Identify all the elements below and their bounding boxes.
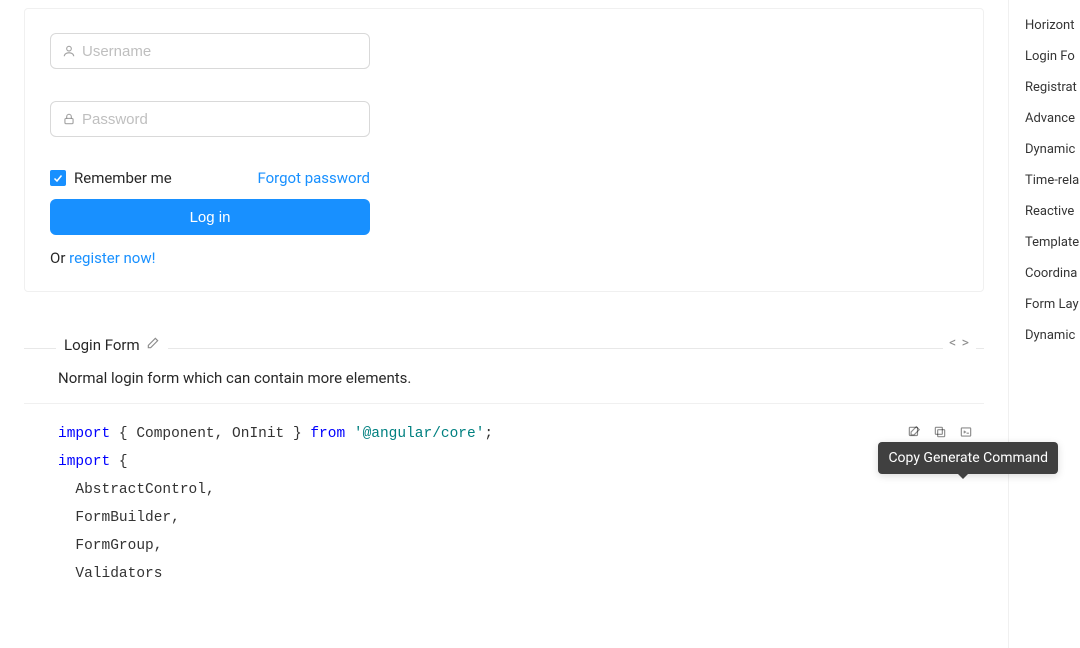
- toc-link[interactable]: Form Lay: [1025, 297, 1080, 312]
- edit-code-icon[interactable]: [906, 424, 922, 440]
- username-input[interactable]: [82, 34, 358, 68]
- toc-link[interactable]: Dynamic: [1025, 142, 1080, 157]
- toc-link[interactable]: Advance: [1025, 111, 1080, 126]
- user-icon: [62, 44, 76, 58]
- username-field-wrap[interactable]: [50, 33, 370, 69]
- password-field-wrap[interactable]: [50, 101, 370, 137]
- toc-link[interactable]: Dynamic: [1025, 328, 1080, 343]
- section-login-form: Login Form < > Normal login form which c…: [24, 348, 984, 600]
- edit-icon[interactable]: [146, 336, 160, 354]
- expand-code-toggle[interactable]: < >: [943, 335, 976, 351]
- table-of-contents: Horizont Login Fo Registrat Advance Dyna…: [1008, 0, 1080, 648]
- tooltip-copy-generate-command: Copy Generate Command: [878, 442, 1058, 474]
- toc-link[interactable]: Registrat: [1025, 80, 1080, 95]
- checkbox-checked-icon: [50, 170, 66, 186]
- code-block: import { Component, OnInit } from '@angu…: [24, 403, 984, 600]
- section-title: Login Form: [64, 336, 140, 354]
- remember-me-label: Remember me: [74, 169, 172, 187]
- register-line: Or register now!: [50, 249, 370, 267]
- copy-code-icon[interactable]: [932, 424, 948, 440]
- toc-link[interactable]: Coordina: [1025, 266, 1080, 281]
- toc-link[interactable]: Time-rela: [1025, 173, 1080, 188]
- main-content: Remember me Forgot password Log in Or re…: [0, 0, 1008, 648]
- toc-link[interactable]: Template: [1025, 235, 1080, 250]
- password-input[interactable]: [82, 102, 358, 136]
- toc-link[interactable]: Login Fo: [1025, 49, 1080, 64]
- login-form: Remember me Forgot password Log in Or re…: [50, 33, 370, 267]
- remember-me-checkbox[interactable]: Remember me: [50, 169, 172, 187]
- section-description: Normal login form which can contain more…: [24, 349, 984, 403]
- code-pre[interactable]: import { Component, OnInit } from '@angu…: [58, 420, 950, 588]
- lock-icon: [62, 112, 76, 126]
- copy-generate-command-icon[interactable]: [958, 424, 974, 440]
- login-button[interactable]: Log in: [50, 199, 370, 235]
- register-now-link[interactable]: register now!: [69, 249, 155, 267]
- toc-link[interactable]: Reactive: [1025, 204, 1080, 219]
- toc-link[interactable]: Horizont: [1025, 18, 1080, 33]
- code-toolbar: [906, 424, 974, 440]
- demo-card: Remember me Forgot password Log in Or re…: [24, 8, 984, 292]
- forgot-password-link[interactable]: Forgot password: [257, 169, 370, 187]
- section-legend: Login Form: [56, 336, 168, 354]
